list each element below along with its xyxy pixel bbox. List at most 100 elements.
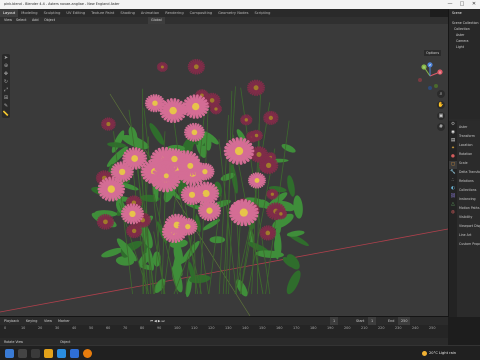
outliner-row[interactable]: Aster bbox=[456, 33, 464, 37]
particles-tab-icon[interactable]: ∴ bbox=[449, 177, 457, 185]
frame-tick: 200 bbox=[344, 326, 351, 330]
workspace-tab[interactable]: Layout bbox=[0, 9, 19, 17]
output-tab-icon[interactable]: ▤ bbox=[449, 137, 457, 145]
add-menu[interactable]: Add bbox=[32, 17, 39, 24]
workspace-tab[interactable]: UV Editing bbox=[63, 9, 88, 17]
search-icon[interactable] bbox=[18, 349, 27, 358]
modifier-tab-icon[interactable]: 🔧 bbox=[449, 169, 457, 177]
scale-tool-icon[interactable]: ⤢ bbox=[2, 86, 10, 94]
annotate-tool-icon[interactable]: ✎ bbox=[2, 102, 10, 110]
property-row[interactable]: Visibility bbox=[459, 215, 472, 219]
orientation-dropdown[interactable]: Global bbox=[148, 17, 165, 24]
workspace-tab[interactable]: Sculpting bbox=[41, 9, 64, 17]
timeline-view-menu[interactable]: View bbox=[44, 317, 52, 325]
scene-tab-icon[interactable]: ✦ bbox=[449, 145, 457, 153]
transform-tool-icon[interactable]: ⊞ bbox=[2, 94, 10, 102]
frame-tick: 70 bbox=[123, 326, 128, 330]
start-icon[interactable] bbox=[5, 349, 14, 358]
marker-menu[interactable]: Marker bbox=[58, 317, 70, 325]
play-controls[interactable]: ⏮ ◀ ▶ ⏭ bbox=[150, 317, 165, 325]
object-tab-icon[interactable]: ▢ bbox=[449, 161, 457, 169]
property-row[interactable]: Viewport Display bbox=[459, 224, 480, 228]
grid-icon[interactable]: # bbox=[437, 123, 445, 131]
outliner-row[interactable]: Light bbox=[456, 45, 464, 49]
mail-icon[interactable] bbox=[70, 349, 79, 358]
outliner-row[interactable]: Collection bbox=[454, 27, 470, 31]
3d-viewport[interactable]: ➤ ⊕ ✥ ↻ ⤢ ⊞ ✎ 📏 Options X Y Z ⌕ ✋ ▣ # bbox=[0, 24, 448, 316]
blender-app-icon[interactable] bbox=[83, 349, 92, 358]
view-menu[interactable]: View bbox=[4, 17, 12, 24]
end-label: End bbox=[388, 319, 395, 323]
frame-tick: 210 bbox=[361, 326, 368, 330]
world-tab-icon[interactable]: ● bbox=[449, 153, 457, 161]
aster-flower bbox=[97, 176, 126, 202]
file-explorer-icon[interactable] bbox=[44, 349, 53, 358]
maximize-button[interactable]: □ bbox=[456, 0, 468, 9]
aster-flower bbox=[240, 114, 253, 126]
measure-tool-icon[interactable]: 📏 bbox=[2, 110, 10, 118]
outliner-row[interactable]: Scene Collection bbox=[452, 21, 479, 25]
frame-tick: 60 bbox=[106, 326, 111, 330]
select-tool-icon[interactable]: ➤ bbox=[2, 54, 10, 62]
property-row[interactable]: Scale bbox=[459, 161, 468, 165]
rotate-tool-icon[interactable]: ↻ bbox=[2, 78, 10, 86]
zoom-icon[interactable]: ⌕ bbox=[437, 90, 445, 98]
aster-flower bbox=[187, 58, 206, 75]
move-tool-icon[interactable]: ✥ bbox=[2, 70, 10, 78]
constraints-tab-icon[interactable]: ⛓ bbox=[449, 193, 457, 201]
browser-icon[interactable] bbox=[57, 349, 66, 358]
camera-view-icon[interactable]: ▣ bbox=[437, 112, 445, 120]
navigation-gizmo[interactable]: X Y Z bbox=[416, 62, 444, 90]
property-row[interactable]: Delta Transform bbox=[459, 170, 480, 174]
task-view-icon[interactable] bbox=[31, 349, 40, 358]
current-frame-field[interactable]: 1 bbox=[330, 317, 339, 325]
minimize-button[interactable]: — bbox=[444, 0, 456, 9]
start-frame-field[interactable]: 1 bbox=[368, 317, 377, 325]
keying-menu[interactable]: Keying bbox=[26, 317, 37, 325]
timeline-header: Playback Keying View Marker ⏮ ◀ ▶ ⏭ 1 St… bbox=[0, 317, 448, 325]
data-tab-icon[interactable]: △ bbox=[449, 201, 457, 209]
workspace-tab[interactable]: Geometry Nodes bbox=[215, 9, 251, 17]
tool-tab-icon[interactable]: ⚙ bbox=[449, 121, 457, 129]
property-row[interactable]: Instancing bbox=[459, 197, 476, 201]
window-title: pink.blend - Blender 4.4 - Asters novae-… bbox=[4, 2, 120, 6]
object-menu[interactable]: Object bbox=[44, 17, 55, 24]
property-row[interactable]: Custom Properties bbox=[459, 242, 480, 246]
workspace-tab[interactable]: Scripting bbox=[251, 9, 273, 17]
os-taskbar: 20°C Light rain bbox=[0, 345, 480, 360]
property-row[interactable]: Rotation bbox=[459, 152, 472, 156]
material-tab-icon[interactable]: ◍ bbox=[449, 209, 457, 217]
options-dropdown[interactable]: Options bbox=[424, 50, 442, 56]
workspace-tab[interactable]: Animation bbox=[138, 9, 162, 17]
aster-flower bbox=[159, 98, 187, 124]
pan-hand-icon[interactable]: ✋ bbox=[437, 101, 445, 109]
property-row[interactable]: Collections bbox=[459, 188, 476, 192]
outliner-row[interactable]: Camera bbox=[456, 39, 469, 43]
select-menu[interactable]: Select bbox=[16, 17, 26, 24]
property-row[interactable]: Motion Paths bbox=[459, 206, 479, 210]
workspace-tab[interactable]: Compositing bbox=[187, 9, 216, 17]
frame-ruler[interactable]: 0 10 20 30 40 50 60 70 80 90 100 110 120 130 140 150 160… bbox=[0, 325, 448, 332]
render-tab-icon[interactable]: ◉ bbox=[449, 129, 457, 137]
property-row[interactable]: Line Art bbox=[459, 233, 471, 237]
close-button[interactable]: ✕ bbox=[468, 0, 480, 9]
frame-tick: 190 bbox=[327, 326, 334, 330]
property-row[interactable]: Transform bbox=[459, 134, 475, 138]
playback-menu[interactable]: Playback bbox=[4, 317, 19, 325]
aster-flower bbox=[263, 110, 279, 125]
workspace-tab[interactable]: Modeling bbox=[18, 9, 40, 17]
physics-tab-icon[interactable]: ◐ bbox=[449, 185, 457, 193]
cursor-tool-icon[interactable]: ⊕ bbox=[2, 62, 10, 70]
stem bbox=[225, 90, 233, 295]
workspace-tab[interactable]: Rendering bbox=[162, 9, 186, 17]
tool-shelf: ➤ ⊕ ✥ ↻ ⤢ ⊞ ✎ 📏 bbox=[2, 54, 10, 118]
workspace-tab[interactable]: Shading bbox=[117, 9, 138, 17]
property-row[interactable]: Location bbox=[459, 143, 472, 147]
aster-flower bbox=[183, 122, 205, 142]
weather-widget[interactable]: 20°C Light rain bbox=[422, 346, 456, 360]
workspace-tab[interactable]: Texture Paint bbox=[88, 9, 117, 17]
property-row[interactable]: Aster bbox=[459, 125, 467, 129]
property-row[interactable]: Relations bbox=[459, 179, 474, 183]
frame-tick: 130 bbox=[225, 326, 232, 330]
end-frame-field[interactable]: 250 bbox=[398, 317, 411, 325]
